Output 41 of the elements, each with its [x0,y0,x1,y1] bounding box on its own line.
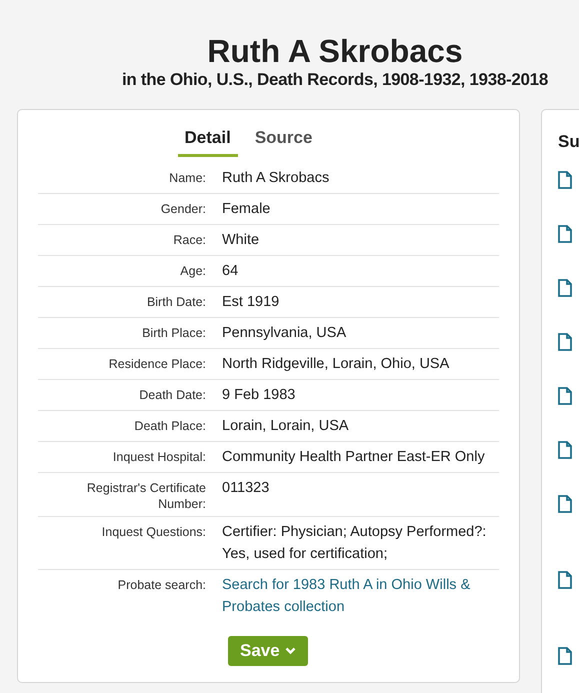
field-value: Ruth A Skrobacs [222,169,330,188]
field-label: Probate search: [116,577,206,594]
collection-subtitle: in the Ohio, U.S., Death Records, 1908-1932, 1938-2018 [121,70,549,90]
field-label: Race: [172,232,206,249]
document-icon[interactable] [558,387,572,405]
field-value: Female [222,200,272,219]
document-icon[interactable] [558,225,572,243]
field-label: Age: [179,263,206,280]
field-label: Birth Date: [146,294,206,311]
field-label: Gender: [160,201,206,218]
field-value: White [222,231,260,250]
field-label: Birth Place: [141,325,206,342]
document-icon[interactable] [558,495,572,513]
field-value: Certifier: Physician; Autopsy Performed?: Yes, used for certification; [222,523,488,564]
field-label: Death Date: [138,387,206,404]
field-label: Name: [168,170,206,187]
field-label: Residence Place: [108,356,206,373]
side-heading: Su [558,132,579,152]
caret-icon [284,647,296,655]
field-value: 9 Feb 1983 [222,386,296,405]
tab[interactable]: Source [248,124,320,157]
field-value: North Ridgeville, Lorain, Ohio, USA [222,355,450,374]
field-value: Pennsylvania, USA [222,324,348,343]
document-icon[interactable] [558,441,572,459]
field-value: Lorain, Lorain, USA [222,417,350,436]
field-value: Est 1919 [222,293,280,312]
field-label: Inquest Questions: [100,524,206,541]
record-title: Ruth A Skrobacs [206,32,464,70]
field-label: Registrar's Certificate Number: [86,480,206,512]
document-icon[interactable] [558,647,572,665]
field-label: Inquest Hospital: [112,449,206,466]
document-icon[interactable] [558,171,572,189]
tab[interactable]: Detail [178,124,238,157]
document-icon[interactable] [558,279,572,297]
document-icon[interactable] [558,333,572,351]
field-value: Community Health Partner East-ER Only [222,448,486,467]
field-label: Death Place: [133,418,206,435]
probate-search-link[interactable]: Search for 1983 Ruth A in Ohio Wills & Probates collection [222,574,497,618]
document-icon[interactable] [558,571,572,589]
field-value: 64 [222,262,240,281]
field-value: 011323 [222,479,270,498]
